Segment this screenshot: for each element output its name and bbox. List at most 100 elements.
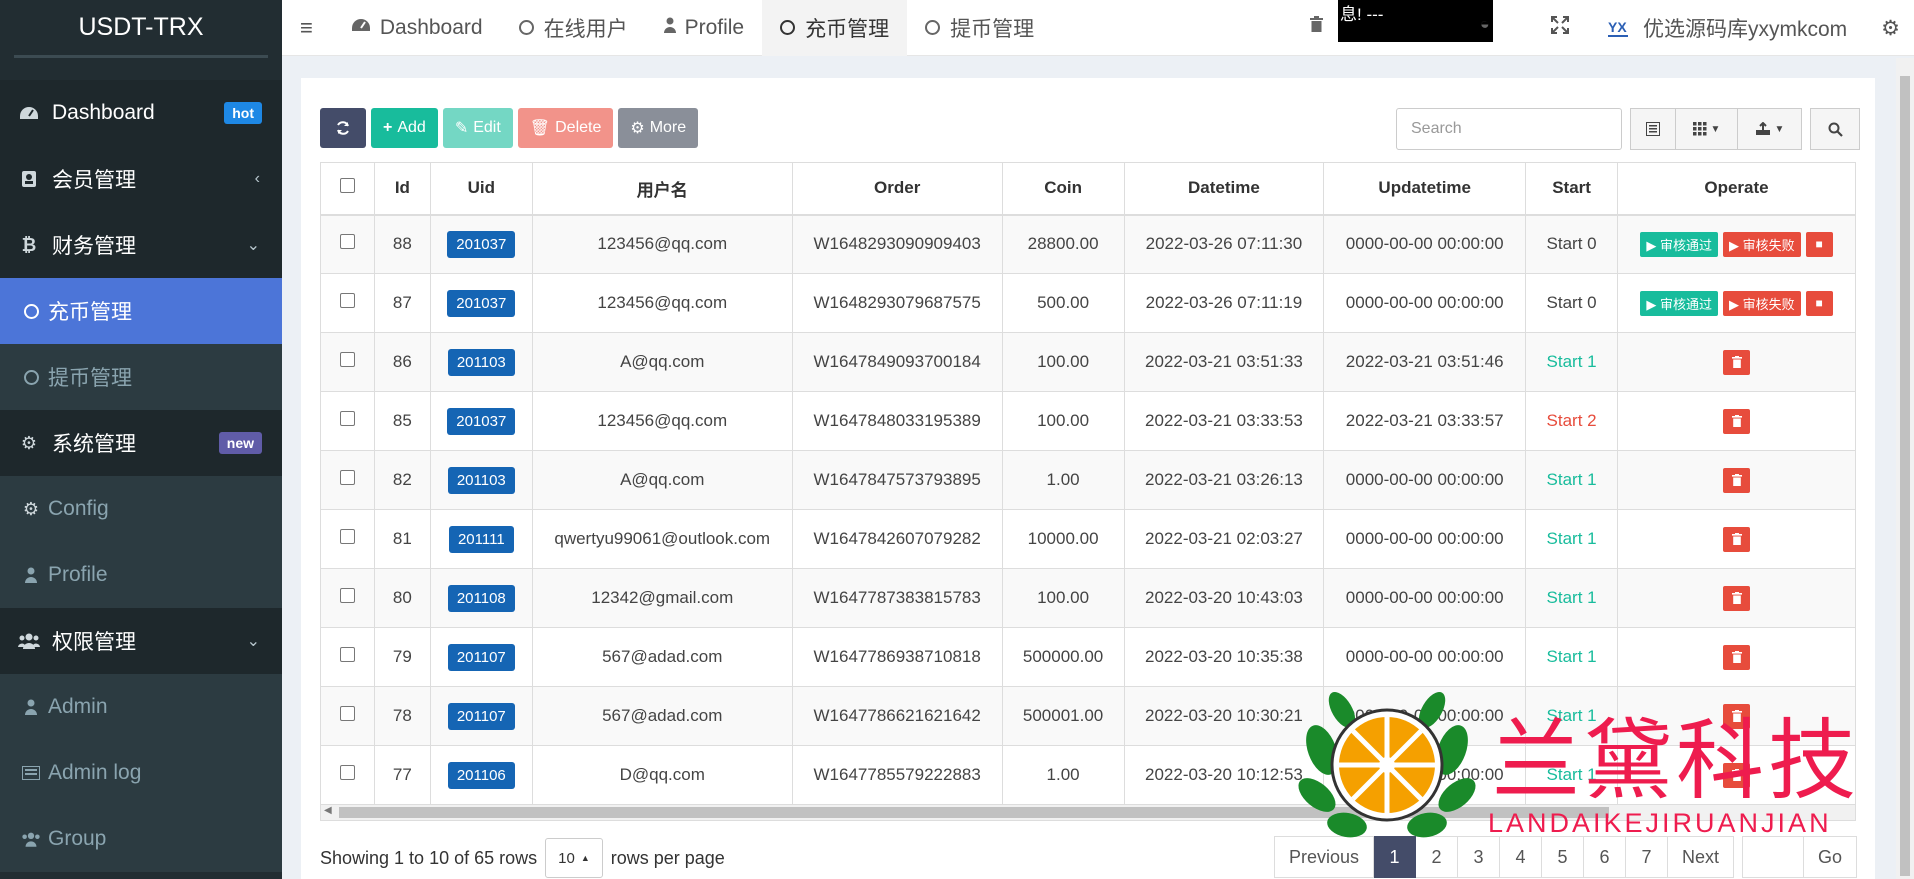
page-4-button[interactable]: 4 [1500,836,1543,878]
uid-badge[interactable]: 201107 [447,702,515,730]
row-checkbox[interactable] [339,588,355,603]
uid-badge[interactable]: 201106 [447,761,515,789]
table-row[interactable]: 86 201103 A@qq.com W1647849093700184 100.00 2… [320,332,1856,392]
col-updatetime[interactable]: Updatetime [1323,162,1527,216]
delete-row-button[interactable] [1723,467,1750,493]
sidebar-item-permission[interactable]: 权限管理 ⌄ [0,608,282,674]
add-button[interactable]: + Add [371,108,438,148]
delete-row-button[interactable] [1723,703,1750,729]
row-checkbox-cell[interactable] [320,745,375,805]
go-button[interactable]: Go [1804,836,1858,878]
col-coin[interactable]: Coin [1001,162,1125,216]
row-checkbox-cell[interactable] [320,627,375,687]
delete-row-button[interactable]: ■ [1805,231,1833,257]
refresh-button[interactable] [320,108,366,148]
scroll-thumb[interactable] [1900,76,1910,876]
table-row[interactable]: 77 201106 D@qq.com W1647785579222883 1.00 202… [320,745,1856,805]
table-row[interactable]: 79 201107 567@adad.com W1647786938710818 500… [320,627,1856,687]
sidebar-item-group[interactable]: Group [0,806,282,872]
page-jump-input[interactable] [1742,836,1805,878]
row-checkbox-cell[interactable] [320,273,375,333]
row-checkbox[interactable] [339,352,355,367]
delete-row-button[interactable] [1723,526,1750,552]
tab-withdraw[interactable]: 提币管理 [907,0,1052,56]
table-row[interactable]: 87 201037 123456@qq.com W1648293079687575 50… [320,273,1856,333]
horizontal-scrollbar[interactable]: ◀ [320,804,1856,821]
search-button[interactable] [1810,108,1860,150]
sidebar-item-config[interactable]: ⚙ Config [0,476,282,542]
uid-badge[interactable]: 201107 [447,643,515,671]
search-input[interactable]: Search [1396,108,1622,150]
row-checkbox[interactable] [339,293,355,308]
table-row[interactable]: 78 201107 567@adad.com W1647786621621642 500… [320,686,1856,746]
row-checkbox[interactable] [339,411,355,426]
approve-button[interactable]: ▶ 审核通过 [1640,290,1718,316]
reject-button[interactable]: ▶ 审核失败 [1723,231,1801,257]
previous-page-button[interactable]: Previous [1274,836,1375,878]
sidebar-item-deposit[interactable]: 充币管理 [0,278,282,344]
delete-row-button[interactable] [1723,349,1750,375]
table-row[interactable]: 82 201103 A@qq.com W1647847573793895 1.00 202… [320,450,1856,510]
more-button[interactable]: ⚙ More [618,108,699,148]
trash-icon[interactable] [1310,16,1323,37]
table-row[interactable]: 88 201037 123456@qq.com W1648293090909403 28… [320,214,1856,274]
col-order[interactable]: Order [791,162,1003,216]
row-checkbox-cell[interactable] [320,391,375,451]
site-name[interactable]: 优选源码库yxymkcom [1643,13,1847,43]
sidebar-item-withdraw[interactable]: 提币管理 [0,344,282,410]
table-row[interactable]: 81 201111 qwertyu99061@outlook.com W1647842… [320,509,1856,569]
row-checkbox[interactable] [339,647,355,662]
delete-row-button[interactable] [1723,762,1750,788]
tab-profile[interactable]: Profile [646,0,763,56]
delete-button[interactable]: 🗑︎ Delete [517,108,614,148]
toggle-view-button[interactable] [1630,108,1676,150]
delete-row-button[interactable] [1723,585,1750,611]
cogs-icon[interactable]: ⚙ [1881,16,1900,41]
delete-row-button[interactable] [1723,408,1750,434]
brand-title[interactable]: USDT-TRX [14,0,268,58]
page-1-button[interactable]: 1 [1374,836,1417,878]
uid-badge[interactable]: 201037 [447,289,516,317]
sidebar-item-admin-log[interactable]: Admin log [0,740,282,806]
uid-badge[interactable]: 201103 [447,466,515,494]
fullscreen-icon[interactable] [1551,16,1569,40]
col-uid[interactable]: Uid [429,162,533,216]
sidebar-item-dashboard[interactable]: Dashboard hot [0,80,282,146]
tab-deposit[interactable]: 充币管理 [762,0,908,56]
export-button[interactable]: ▼ [1738,108,1802,150]
page-3-button[interactable]: 3 [1458,836,1501,878]
uid-badge[interactable]: 201037 [447,230,516,258]
edit-button[interactable]: ✎ Edit [442,108,513,148]
row-checkbox-cell[interactable] [320,509,375,569]
columns-button[interactable]: ▼ [1676,108,1738,150]
scroll-thumb[interactable] [339,807,1609,818]
uid-badge[interactable]: 201103 [447,348,515,376]
row-checkbox-cell[interactable] [320,686,375,746]
col-id[interactable]: Id [373,162,431,216]
page-size-select[interactable]: 10 ▲ [545,838,603,878]
row-checkbox-cell[interactable] [320,568,375,628]
delete-row-button[interactable]: ■ [1805,290,1833,316]
row-checkbox[interactable] [339,765,355,780]
select-all-cell[interactable] [320,162,375,216]
delete-row-button[interactable] [1723,644,1750,670]
row-checkbox[interactable] [339,234,355,250]
tab-dashboard[interactable]: Dashboard [333,0,501,56]
next-page-button[interactable]: Next [1668,836,1735,878]
col-username[interactable]: 用户名 [531,162,793,216]
sidebar-item-profile[interactable]: Profile [0,542,282,608]
table-row[interactable]: 80 201108 12342@gmail.com W1647787383815783… [320,568,1856,628]
page-6-button[interactable]: 6 [1584,836,1627,878]
row-checkbox[interactable] [339,529,355,544]
page-2-button[interactable]: 2 [1416,836,1459,878]
sidebar-item-system[interactable]: ⚙ 系统管理 new [0,410,282,476]
sidebar-item-member[interactable]: 会员管理 ‹ [0,146,282,212]
row-checkbox-cell[interactable] [320,332,375,392]
uid-badge[interactable]: 201108 [447,584,515,612]
vertical-scrollbar[interactable] [1896,58,1914,879]
bell-icon[interactable]: ◒ [1480,16,1490,34]
sidebar-item-admin[interactable]: Admin [0,674,282,740]
scroll-left-icon[interactable]: ◀ [324,805,332,816]
row-checkbox-cell[interactable] [320,450,375,510]
page-7-button[interactable]: 7 [1626,836,1669,878]
